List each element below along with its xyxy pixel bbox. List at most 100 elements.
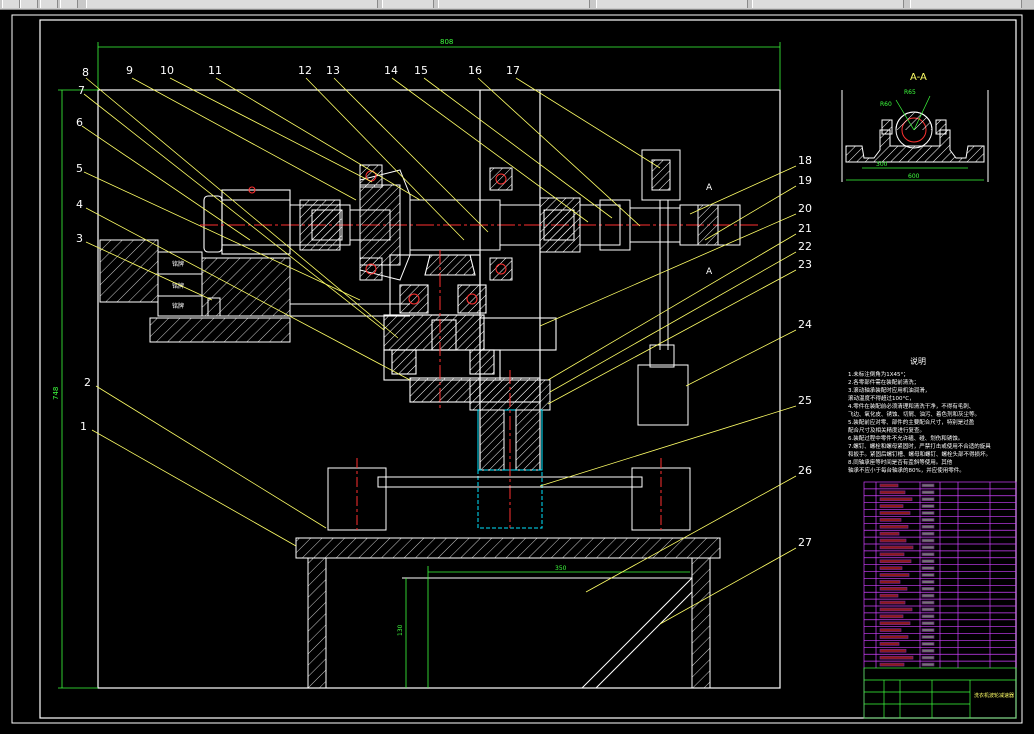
note-line-12: 8.同轴承座等时间是否有歪斜等使用。其他 [848,458,953,466]
section-dim-outer: 600 [908,173,920,180]
open-file-button[interactable] [20,0,38,8]
toolbar [0,0,1034,10]
part-no-13: 13 [326,64,340,77]
bom-name-mark [921,497,935,502]
section-radius-2: R65 [904,89,916,96]
linetype-dropdown[interactable] [438,0,590,8]
part-no-20: 20 [798,202,812,215]
bom-entry-mark [879,573,910,577]
section-radius-1: R60 [880,101,892,108]
bom-name-mark [921,552,935,557]
bom-name-mark [921,566,935,570]
save-file-button[interactable] [40,0,58,8]
bom-name-mark [921,648,935,653]
part-no-1: 1 [80,420,87,433]
bom-name-mark [921,559,935,564]
height-dimension: 748 [52,387,60,400]
lineweight-dropdown[interactable] [596,0,748,8]
bom-name-mark [921,655,935,660]
bom-entry-mark [879,600,906,605]
base-dim-width: 350 [555,565,567,572]
part-no-11: 11 [208,64,222,77]
bom-name-mark [921,518,935,522]
bom-entry-mark [879,655,914,660]
plotstyle-dropdown[interactable] [752,0,904,8]
bom-entry-mark [879,552,905,557]
bom-name-mark [921,628,935,632]
bom-entry-mark [879,642,900,646]
bom-entry-mark [879,511,911,515]
section-mark-top: A [706,183,713,193]
part-no-5: 5 [76,162,83,175]
part-no-23: 23 [798,258,812,271]
bom-entry-mark [879,518,902,522]
part-no-7: 7 [78,84,85,97]
part-no-25: 25 [798,394,812,407]
part-no-8: 8 [82,66,89,79]
bom-entry-mark [879,545,914,550]
note-line-8: 配合尺寸及相关精度进行复查。 [848,426,925,434]
bom-entry-mark [879,497,913,502]
section-mark-bottom: A [706,267,713,277]
bom-entry-mark [879,662,905,667]
bom-name-mark [921,607,935,612]
part-no-19: 19 [798,174,812,187]
print-button[interactable] [60,0,78,8]
part-no-9: 9 [126,64,133,77]
part-no-18: 18 [798,154,812,167]
bom-name-mark [921,511,935,515]
bom-name-mark [921,538,935,543]
notes-title: 说明 [910,356,926,366]
bom-name-mark [921,524,935,529]
note-line-2: 2.各零部件需在装配前清洗； [848,378,919,386]
note-line-6: 飞边、氧化皮、锈蚀、切屑、油污、着色剂和灰尘等。 [848,410,980,418]
bom-name-mark [921,621,935,626]
part-no-6: 6 [76,116,83,129]
part-no-2: 2 [84,376,91,389]
drawing-canvas[interactable]: 808 748 铭牌 铭牌 铭牌 A A 350 130 8 7 6 5 4 3… [0,10,1034,734]
bom-name-mark [921,662,935,667]
part-no-10: 10 [160,64,174,77]
bom-entry-mark [879,628,902,632]
base-dim-height: 130 [397,624,404,636]
motor-label-1: 铭牌 [172,260,184,268]
part-no-15: 15 [414,64,428,77]
bom-name-mark [921,573,935,577]
misc-dropdown[interactable] [910,0,1022,8]
bom-name-mark [921,593,935,598]
bom-entry-mark [879,593,899,598]
section-title: A-A [910,72,927,83]
bom-entry-mark [879,490,906,495]
note-line-5: 4.零件在装配前必须清理和清洗干净，不得有毛刺、 [848,402,974,410]
part-no-27: 27 [798,536,812,549]
bom-entry-mark [879,635,909,639]
bom-entry-mark [879,621,911,626]
bom-name-mark [921,580,935,584]
width-dimension: 808 [440,38,453,46]
bom-entry-mark [879,566,903,570]
layer-dropdown[interactable] [86,0,378,8]
note-line-13: 轴承不应小于每台轴承的80%，并应使用零件。 [848,466,965,474]
bom-name-mark [921,490,935,495]
part-no-12: 12 [298,64,312,77]
note-line-7: 5.装配前应对零、部件的主要配合尺寸，特别是过盈 [848,418,975,426]
section-dim-inner: 300 [876,161,888,168]
part-no-16: 16 [468,64,482,77]
title-block-name: 洗衣机波轮减速器 [974,692,1014,699]
part-no-4: 4 [76,198,83,211]
part-no-24: 24 [798,318,812,331]
bom-name-mark [921,635,935,639]
bom-name-mark [921,600,935,605]
note-line-3: 3.滚动轴承装配时应用机油润滑， [848,386,930,394]
note-line-4: 滚动温度不得超过100°C， [848,394,915,402]
bom-name-mark [921,642,935,646]
part-no-22: 22 [798,240,812,253]
part-no-14: 14 [384,64,398,77]
bom-name-mark [921,483,935,488]
new-file-button[interactable] [2,0,20,8]
bom-name-mark [921,545,935,550]
bom-entry-mark [879,504,904,508]
bom-entry-mark [879,607,913,612]
color-dropdown[interactable] [382,0,434,8]
part-no-3: 3 [76,232,83,245]
